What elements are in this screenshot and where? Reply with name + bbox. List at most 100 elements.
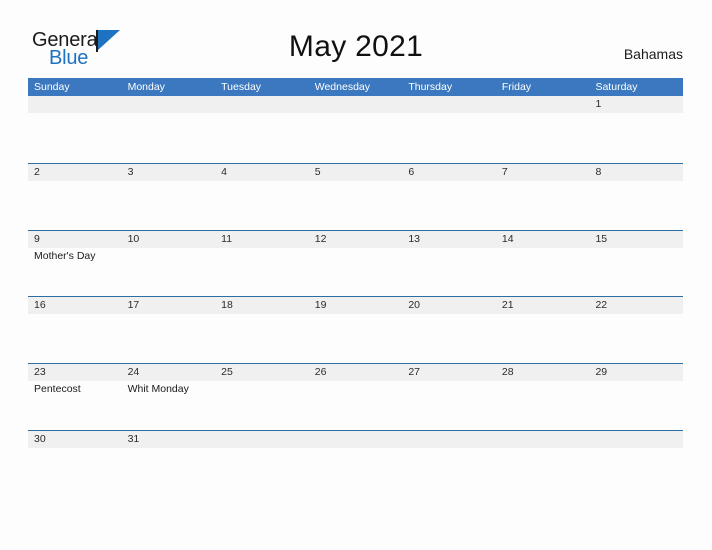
day-events-empty bbox=[122, 314, 216, 362]
day-number: 17 bbox=[127, 299, 140, 312]
day-cell-1[interactable]: 1 bbox=[589, 96, 683, 113]
day-cell-4[interactable]: 4 bbox=[215, 164, 309, 181]
day-events-empty bbox=[122, 248, 216, 296]
day-events-empty bbox=[496, 381, 590, 429]
day-cell-empty bbox=[309, 431, 403, 448]
weekday-header-saturday: Saturday bbox=[595, 81, 638, 93]
day-cell-15[interactable]: 15 bbox=[589, 231, 683, 248]
day-events-empty bbox=[122, 448, 216, 496]
day-events-empty bbox=[496, 181, 590, 229]
day-events-empty bbox=[309, 181, 403, 229]
day-cell-20[interactable]: 20 bbox=[402, 297, 496, 314]
day-events-empty bbox=[589, 314, 683, 362]
region-label: Bahamas bbox=[623, 46, 683, 62]
day-cell-30[interactable]: 30 bbox=[28, 431, 122, 448]
day-events-empty bbox=[496, 113, 590, 161]
day-cell-empty bbox=[122, 96, 216, 113]
day-cell-13[interactable]: 13 bbox=[402, 231, 496, 248]
day-number: 18 bbox=[221, 299, 233, 312]
day-cell-14[interactable]: 14 bbox=[496, 231, 590, 248]
day-cell-23[interactable]: 23 bbox=[28, 364, 122, 381]
day-cell-27[interactable]: 27 bbox=[402, 364, 496, 381]
day-events-empty bbox=[28, 113, 122, 161]
day-cell-empty bbox=[215, 431, 309, 448]
day-number: 20 bbox=[408, 299, 420, 312]
week-events-band bbox=[28, 113, 683, 161]
week-events-band: Pentecost Whit Monday bbox=[28, 381, 683, 429]
week-events-band bbox=[28, 314, 683, 362]
day-cell-12[interactable]: 12 bbox=[309, 231, 403, 248]
day-events-empty bbox=[589, 448, 683, 496]
day-number: 23 bbox=[34, 366, 46, 379]
day-cell-17[interactable]: 17 bbox=[122, 297, 216, 314]
day-number: 7 bbox=[501, 165, 508, 178]
day-cell-18[interactable]: 18 bbox=[215, 297, 309, 314]
day-cell-16[interactable]: 16 bbox=[28, 297, 122, 314]
day-events-9[interactable]: Mother's Day bbox=[28, 248, 122, 296]
day-cell-6[interactable]: 6 bbox=[402, 164, 496, 181]
week-events-band bbox=[28, 448, 683, 496]
day-events-empty bbox=[309, 314, 403, 362]
day-events-empty bbox=[589, 113, 683, 161]
day-events-empty bbox=[402, 113, 496, 161]
day-number: 25 bbox=[221, 366, 233, 379]
day-cell-3[interactable]: 3 bbox=[122, 164, 216, 181]
day-events-empty bbox=[402, 248, 496, 296]
day-number: 19 bbox=[314, 299, 327, 312]
day-events-empty bbox=[402, 181, 496, 229]
week-date-band: 16 17 18 19 20 21 22 bbox=[28, 297, 683, 315]
day-events-empty bbox=[215, 314, 309, 362]
day-cell-19[interactable]: 19 bbox=[309, 297, 403, 314]
day-events-empty bbox=[589, 381, 683, 429]
day-events-empty bbox=[122, 181, 216, 229]
day-events-24[interactable]: Whit Monday bbox=[122, 381, 216, 429]
day-number: 8 bbox=[595, 165, 602, 178]
day-cell-5[interactable]: 5 bbox=[309, 164, 403, 181]
calendar-week-row: 2 3 4 5 6 7 8 bbox=[28, 162, 683, 230]
day-cell-empty bbox=[28, 96, 122, 113]
day-number: 1 bbox=[595, 98, 602, 110]
day-events-empty bbox=[589, 181, 683, 229]
day-cell-9[interactable]: 9 bbox=[28, 231, 122, 248]
day-number: 13 bbox=[408, 232, 420, 245]
day-cell-31[interactable]: 31 bbox=[122, 431, 216, 448]
day-number: 22 bbox=[595, 299, 608, 312]
day-cell-empty bbox=[215, 96, 309, 113]
day-number: 27 bbox=[408, 366, 420, 379]
day-number: 26 bbox=[314, 366, 327, 379]
day-cell-25[interactable]: 25 bbox=[215, 364, 309, 381]
day-cell-29[interactable]: 29 bbox=[589, 364, 683, 381]
day-number: 16 bbox=[34, 299, 46, 312]
day-events-empty bbox=[215, 448, 309, 496]
day-events-empty bbox=[496, 248, 590, 296]
day-number: 6 bbox=[408, 165, 415, 178]
page-header: General Blue May 2021 Bahamas bbox=[0, 0, 712, 78]
day-cell-22[interactable]: 22 bbox=[589, 297, 683, 314]
day-cell-24[interactable]: 24 bbox=[122, 364, 216, 381]
day-number: 15 bbox=[595, 232, 608, 245]
day-number: 12 bbox=[314, 232, 327, 245]
event-label: Mother's Day bbox=[34, 249, 96, 262]
day-cell-21[interactable]: 21 bbox=[496, 297, 590, 314]
day-cell-11[interactable]: 11 bbox=[215, 231, 309, 248]
day-cell-28[interactable]: 28 bbox=[496, 364, 590, 381]
day-cell-8[interactable]: 8 bbox=[589, 164, 683, 181]
day-cell-7[interactable]: 7 bbox=[496, 164, 590, 181]
day-cell-10[interactable]: 10 bbox=[122, 231, 216, 248]
day-cell-26[interactable]: 26 bbox=[309, 364, 403, 381]
day-number: 9 bbox=[34, 232, 40, 245]
weekday-header-row: Sunday Monday Tuesday Wednesday Thursday Frid… bbox=[28, 78, 683, 96]
day-events-empty bbox=[309, 448, 403, 496]
day-events-empty bbox=[309, 113, 403, 161]
day-events-empty bbox=[589, 248, 683, 296]
day-number: 28 bbox=[501, 366, 514, 379]
week-date-band: 9 10 11 12 13 14 15 bbox=[28, 230, 683, 248]
day-events-empty bbox=[215, 113, 309, 161]
calendar-week-row: 1 bbox=[28, 96, 683, 163]
day-cell-empty bbox=[496, 431, 590, 448]
event-label: Pentecost bbox=[34, 383, 81, 396]
calendar-weeks: 1 2 3 4 5 6 7 8 9 10 11 12 13 14 15 Mother's Day 16 17 18 1… bbox=[28, 96, 683, 497]
day-events-23[interactable]: Pentecost bbox=[28, 381, 122, 429]
day-cell-2[interactable]: 2 bbox=[28, 164, 122, 181]
day-number: 30 bbox=[34, 432, 46, 445]
